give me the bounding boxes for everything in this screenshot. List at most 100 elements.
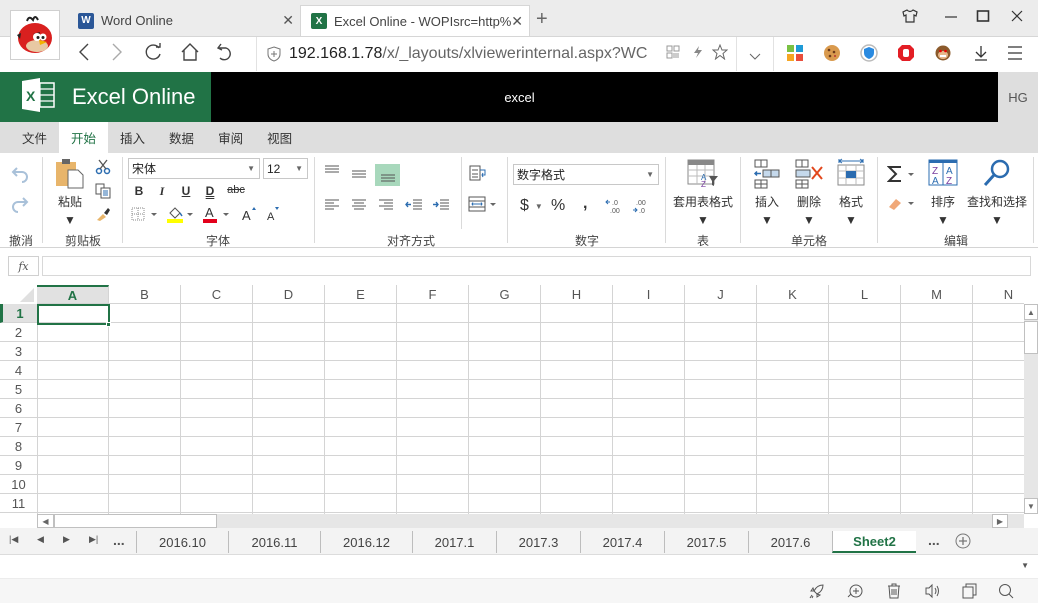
back-button[interactable] [77,42,91,68]
delete-cells-button[interactable]: 删除 [790,193,828,210]
window-icon[interactable] [961,583,977,599]
qr-code-icon[interactable] [666,45,680,64]
next-sheet-button[interactable]: ▶ [63,534,70,545]
sheet-tab-2016-12[interactable]: 2016.12 [320,531,412,553]
rocket-icon[interactable] [809,583,825,599]
browser-tab-excel[interactable]: X Excel Online - WOPIsrc=http% ✕ [300,5,530,36]
more-sheets-left[interactable]: ... [113,532,125,548]
fill-handle[interactable] [106,322,111,327]
row-header-8[interactable]: 8 [0,437,37,456]
paste-icon[interactable] [54,158,86,190]
horizontal-scrollbar[interactable]: ◀ ▶ [37,514,1024,528]
format-cells-icon[interactable] [836,157,866,189]
chevron-down-icon[interactable]: ▼ [964,213,1030,227]
chevron-down-icon[interactable]: ▼ [832,213,870,227]
align-left-icon[interactable] [324,199,340,211]
download-icon[interactable] [972,44,990,62]
chevron-down-icon[interactable]: ▼ [670,213,736,227]
prev-sheet-button[interactable]: ◀ [37,534,44,545]
formula-input[interactable] [42,256,1031,276]
column-header-e[interactable]: E [325,285,397,304]
format-cells-button[interactable]: 格式 [832,193,870,210]
document-title[interactable]: excel [211,72,828,122]
row-header-7[interactable]: 7 [0,418,37,437]
italic-button[interactable]: I [155,184,169,199]
sheet-tab-2017-5[interactable]: 2017.5 [664,531,748,553]
fill-color-button[interactable] [166,205,196,223]
wrap-text-icon[interactable] [469,165,487,181]
forward-button[interactable] [110,42,124,68]
chevron-down-icon[interactable]: ▼ [924,213,962,227]
row-header-6[interactable]: 6 [0,399,37,418]
chevron-down-icon[interactable]: ▼ [748,213,786,227]
insert-function-button[interactable]: fx [8,256,39,276]
home-button[interactable] [180,42,200,68]
apps-grid-icon[interactable] [786,44,804,62]
column-header-d[interactable]: D [253,285,325,304]
url-dropdown-icon[interactable] [749,48,761,66]
column-header-j[interactable]: J [685,285,757,304]
shield-icon[interactable] [860,44,878,62]
lightning-icon[interactable] [692,45,704,64]
more-sheets-right[interactable]: ... [928,532,940,548]
monkey-icon[interactable] [934,44,952,62]
increase-indent-icon[interactable] [432,199,450,211]
scroll-down-button[interactable]: ▼ [1024,498,1038,514]
increase-decimal-icon[interactable]: .0.00 [605,198,623,214]
sort-filter-icon[interactable]: ZAAZ [928,159,958,187]
vertical-scroll-thumb[interactable] [1024,321,1038,354]
tab-data[interactable]: 数据 [157,122,206,153]
row-header-2[interactable]: 2 [0,323,37,342]
font-name-select[interactable]: 宋体 ▼ [128,158,260,179]
paste-button[interactable]: 粘贴 [54,193,86,210]
adblock-icon[interactable] [897,44,915,62]
menu-icon[interactable] [1006,44,1024,62]
sheet-tab-2016-10[interactable]: 2016.10 [136,531,228,553]
row-header-5[interactable]: 5 [0,380,37,399]
user-initials[interactable]: HG [998,72,1038,122]
autosum-button[interactable] [887,165,917,183]
skin-icon[interactable] [902,8,918,29]
align-right-icon[interactable] [378,199,394,211]
percent-button[interactable]: % [551,197,565,215]
column-header-b[interactable]: B [109,285,181,304]
browser-tab-word[interactable]: W Word Online ✕ [68,5,300,36]
select-all-corner[interactable] [0,285,37,304]
maximize-icon[interactable] [976,8,990,29]
close-tab-icon[interactable]: ✕ [511,13,523,30]
trash-icon[interactable] [886,583,902,599]
align-bottom-icon[interactable] [375,164,400,186]
column-header-l[interactable]: L [829,285,901,304]
currency-button[interactable]: $ ▼ [520,197,543,215]
row-header-10[interactable]: 10 [0,475,37,494]
column-header-g[interactable]: G [469,285,541,304]
scroll-up-button[interactable]: ▲ [1024,304,1038,320]
zoom-icon[interactable] [998,583,1014,599]
column-header-m[interactable]: M [901,285,973,304]
sheet-tab-2017-3[interactable]: 2017.3 [496,531,580,553]
horizontal-scroll-thumb[interactable] [54,514,217,528]
sheet-tab-2016-11[interactable]: 2016.11 [228,531,320,553]
new-tab-button[interactable]: + [536,8,548,31]
row-header-4[interactable]: 4 [0,361,37,380]
align-center-icon[interactable] [351,199,367,211]
tab-insert[interactable]: 插入 [108,122,157,153]
row-header-3[interactable]: 3 [0,342,37,361]
column-header-n[interactable]: N [973,285,1024,304]
scroll-left-button[interactable]: ◀ [37,514,54,528]
column-header-i[interactable]: I [613,285,685,304]
sheet-tab-2017-6[interactable]: 2017.6 [748,531,832,553]
font-size-select[interactable]: 12 ▼ [263,158,308,179]
delete-cells-icon[interactable] [794,159,824,189]
spreadsheet-grid[interactable]: ABCDEFGHIJKLMN 1 2 3 4 5 6 7 8 9 10 11 [0,285,1024,514]
first-sheet-button[interactable]: |◀ [9,534,18,545]
search-icon[interactable] [982,158,1012,188]
tab-review[interactable]: 审阅 [206,122,255,153]
browser-profile-avatar[interactable] [10,10,60,60]
minimize-icon[interactable] [944,8,958,29]
chevron-down-icon[interactable]: ▼ [790,213,828,227]
selected-cell-a1[interactable] [37,304,110,325]
sheet-tab-sheet2[interactable]: Sheet2 [832,531,916,553]
speaker-icon[interactable] [924,583,940,599]
shrink-font-button[interactable]: A [265,206,281,222]
